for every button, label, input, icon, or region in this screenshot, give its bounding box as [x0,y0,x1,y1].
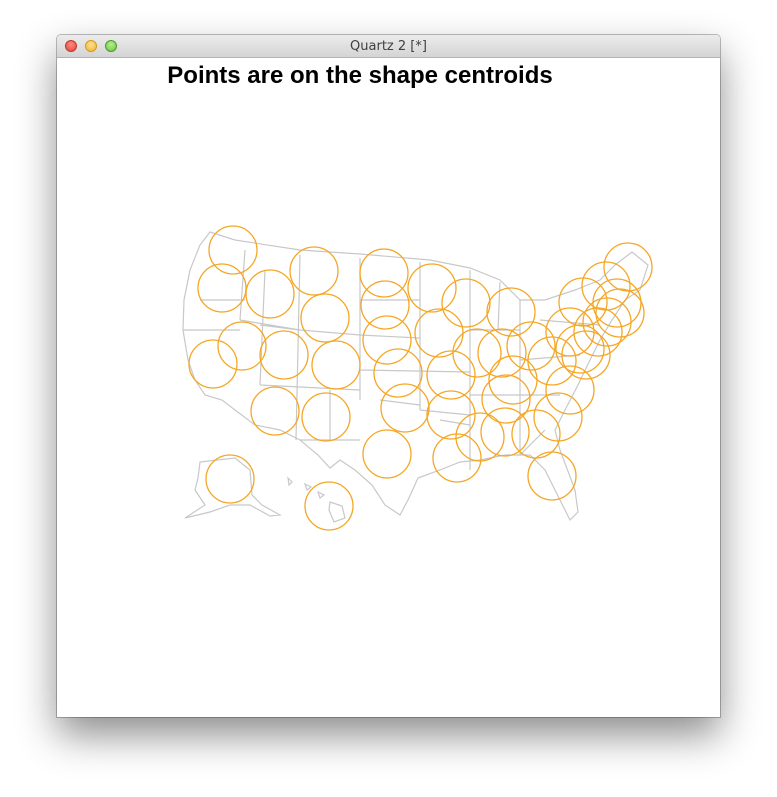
hawaii-islands [287,476,346,523]
centroid-circle [477,328,527,378]
map-plot [182,225,653,531]
centroid-circle [527,451,577,501]
centroid-circle [188,339,238,389]
centroid-circle [506,321,556,371]
centroid-circle [545,307,595,357]
centroid-circle [205,454,255,504]
centroid-circle [362,429,412,479]
centroid-circle [362,315,412,365]
centroid-circle [511,409,561,459]
alaska-outline [184,457,282,519]
centroid-circle [533,392,583,442]
centroid-circle [603,242,653,292]
centroid-circle [486,287,536,337]
centroid-circle [407,263,457,313]
centroid-circle [592,278,642,328]
centroid-circle [217,321,267,371]
centroid-circle [250,386,300,436]
centroid-circle [414,308,464,358]
centroid-circle [259,330,309,380]
centroid-circle [595,288,645,338]
centroid-circle [441,278,491,328]
centroid-circle [581,261,631,311]
centroid-circle [301,392,351,442]
centroid-circle [311,340,361,390]
centroid-circle [373,348,423,398]
centroid-circle [300,293,350,343]
lower48-outline [182,231,649,522]
us-map [182,231,649,523]
centroid-circle [527,336,577,386]
centroid-circle [289,246,339,296]
centroid-circle [380,383,430,433]
centroid-circle [245,269,295,319]
